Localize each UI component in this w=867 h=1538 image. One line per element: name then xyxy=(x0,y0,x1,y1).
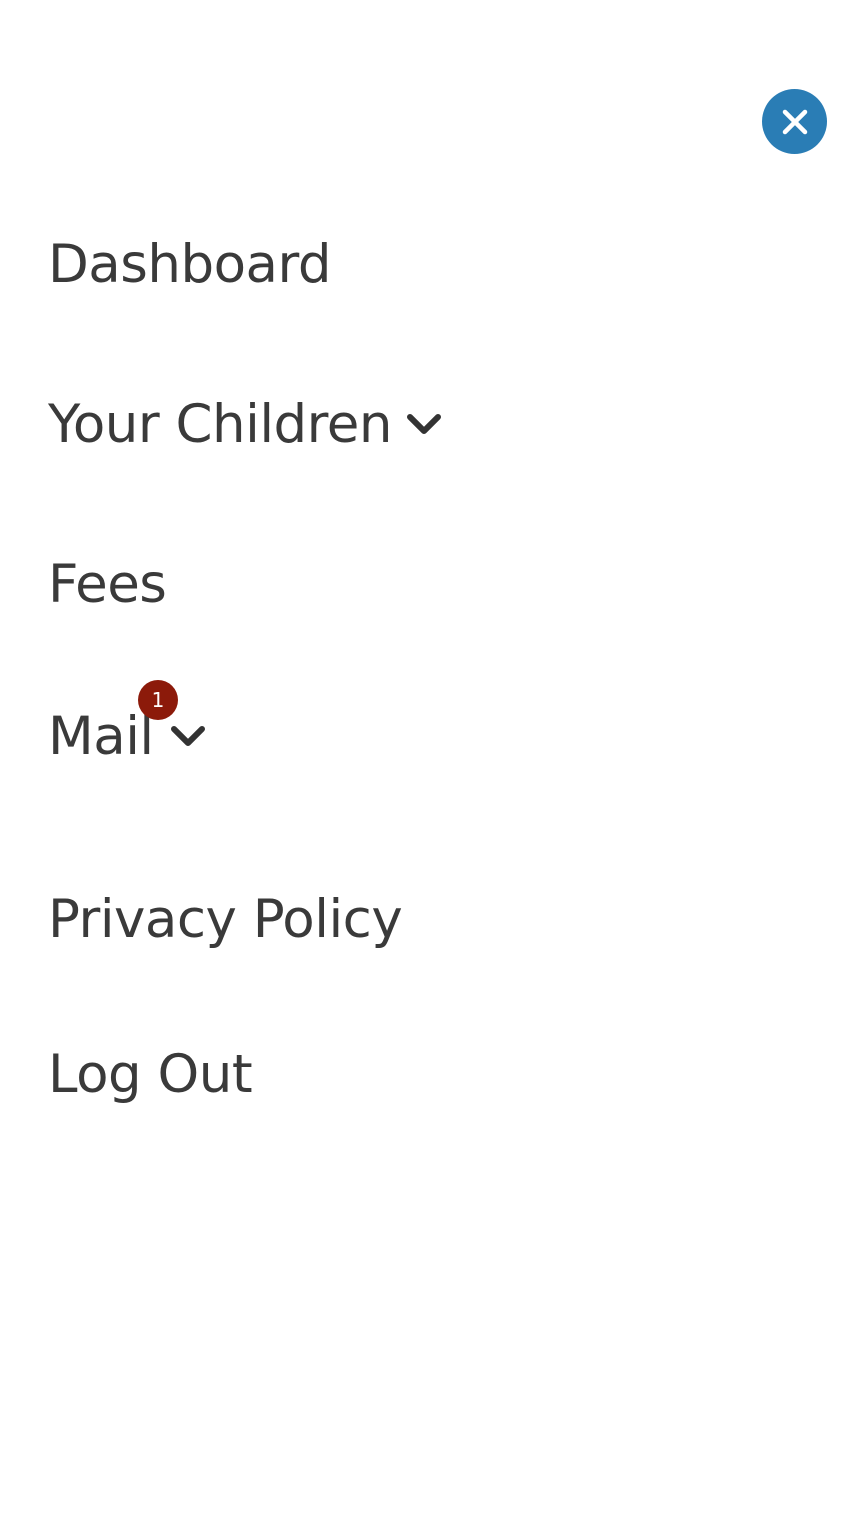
chevron-down-icon xyxy=(168,723,208,751)
unread-badge: 1 xyxy=(138,680,178,720)
nav-item-your-children[interactable]: Your Children xyxy=(48,398,444,451)
chevron-down-icon xyxy=(404,411,444,439)
nav-item-label: Dashboard xyxy=(48,234,332,295)
nav-item-label: Your Children xyxy=(48,394,393,455)
close-icon xyxy=(781,108,809,136)
nav-item-log-out[interactable]: Log Out xyxy=(48,1044,253,1105)
nav-item-label: Log Out xyxy=(48,1044,253,1105)
nav-item-mail[interactable]: Mail 1 xyxy=(48,680,208,767)
close-button[interactable] xyxy=(762,89,827,154)
mail-label-wrap: Mail 1 xyxy=(48,680,178,767)
nav-item-dashboard[interactable]: Dashboard xyxy=(48,234,332,295)
nav-item-label: Mail xyxy=(48,706,154,767)
nav-item-privacy-policy[interactable]: Privacy Policy xyxy=(48,889,403,950)
nav-item-label: Privacy Policy xyxy=(48,889,403,950)
nav-item-fees[interactable]: Fees xyxy=(48,554,167,615)
navigation-menu: Dashboard Your Children Fees Mail 1 Priv… xyxy=(0,0,867,1538)
nav-item-label: Fees xyxy=(48,554,167,615)
